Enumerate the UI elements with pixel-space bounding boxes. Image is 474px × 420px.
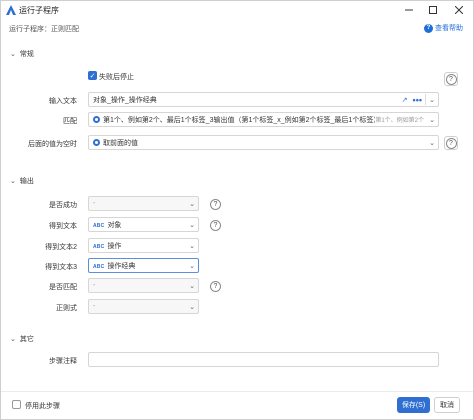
step-note-input[interactable] [88,352,439,367]
cancel-button[interactable]: 取消 [434,397,460,413]
disable-step-checkbox[interactable] [12,400,21,409]
match-value: 第1个、例如第2个、最后1个标签_3输出值（第1个标签_x_例如第2个标签_最后… [103,116,376,124]
step-note-label: 步骤注释 [49,358,77,365]
radio-selected-icon [93,116,100,123]
match-label: 匹配 [63,118,77,125]
dialog-window: 运行子程序 运行子程序：正则匹配 ? 查看帮助 ⌄ 常规 ✓ 失败后停止 ? 输… [0,0,474,420]
stop-on-fail-checkbox[interactable]: ✓ [88,71,97,80]
save-button[interactable]: 保存(S) [397,397,430,413]
input-text-value: 对象_操作_操作经典 [93,96,157,104]
help-link[interactable]: ? 查看帮助 [424,23,463,33]
text2-label: 得到文本2 [45,244,77,251]
more-icon[interactable]: ••• [410,95,425,105]
radio-selected-icon [93,139,100,146]
text3-label: 得到文本3 [45,264,77,271]
sub-header: 运行子程序：正则匹配 ? 查看帮助 [1,19,473,37]
success-label: 是否成功 [49,202,77,209]
chevron-down-icon: ⌄ [10,336,16,343]
dialog-footer: 停用此步骤 保存(S) 取消 [1,391,473,419]
disable-step-label: 停用此步骤 [25,403,60,410]
empty-value-label: 后面的值为空时 [28,141,77,148]
abc-type-icon: ABC [93,222,105,229]
text3-value: 操作经典 [107,262,136,270]
empty-value-select[interactable]: 取前面的值 ⌄ [88,135,439,150]
chevron-down-icon: ⌄ [10,51,16,58]
abc-type-icon: ABC [93,243,105,250]
maximize-button[interactable] [421,1,445,19]
regex-select[interactable]: - ⌄ [88,299,199,314]
chevron-down-icon: ⌄ [10,178,16,185]
match-select[interactable]: 第1个、例如第2个、最后1个标签_3输出值（第1个标签_x_例如第2个标签_最后… [88,112,439,127]
text3-select[interactable]: ABC 操作经典 ⌄ [88,258,199,273]
section-output-title: 输出 [19,178,34,185]
minimize-button[interactable] [397,1,421,19]
title-bar: 运行子程序 [1,1,473,19]
success-value: - [93,200,96,207]
help-stop-button[interactable]: ? [444,72,458,86]
maximize-icon [429,6,437,14]
section-output[interactable]: ⌄ 输出 [10,176,34,186]
stop-on-fail-label: 失败后停止 [99,74,134,81]
text-label: 得到文本 [49,223,77,230]
input-text-label: 输入文本 [49,98,77,105]
is-match-label: 是否匹配 [49,284,77,291]
external-link-icon[interactable]: ↗ [400,96,410,104]
text2-value: 操作 [107,242,122,250]
regex-label: 正则式 [56,305,77,312]
chevron-down-icon[interactable]: ⌄ [186,303,198,311]
chevron-down-icon[interactable]: ⌄ [186,221,198,229]
minimize-icon [405,9,413,11]
section-other[interactable]: ⌄ 其它 [10,334,34,344]
text-value: 对象 [107,221,122,229]
abc-type-icon: ABC [93,263,105,270]
section-general-title: 常规 [19,51,34,58]
help-label: 查看帮助 [435,25,463,32]
app-logo-icon [6,5,16,15]
input-text-field[interactable]: 对象_操作_操作经典 ↗ ••• ⌄ [88,92,439,107]
close-button[interactable] [447,1,471,19]
question-icon: ? [445,73,457,85]
chevron-down-icon[interactable]: ⌄ [426,96,438,104]
match-hint: 第1个、例如第2个 [375,118,424,124]
text-select[interactable]: ABC 对象 ⌄ [88,217,199,232]
is-match-value: - [93,282,96,289]
chevron-down-icon[interactable]: ⌄ [426,116,438,124]
help-success-icon[interactable]: ? [210,199,221,210]
chevron-down-icon[interactable]: ⌄ [426,139,438,147]
text2-select[interactable]: ABC 操作 ⌄ [88,238,199,253]
regex-value: - [93,303,96,310]
success-select[interactable]: - ⌄ [88,196,199,211]
chevron-down-icon[interactable]: ⌄ [186,282,198,290]
question-icon: ? [445,137,457,149]
close-icon [455,6,463,14]
window-title: 运行子程序 [19,6,59,15]
breadcrumb: 运行子程序：正则匹配 [9,26,79,33]
chevron-down-icon[interactable]: ⌄ [186,262,198,270]
chevron-down-icon[interactable]: ⌄ [186,200,198,208]
section-general[interactable]: ⌄ 常规 [10,49,34,59]
question-icon: ? [424,23,433,33]
empty-value-value: 取前面的值 [103,139,138,147]
section-other-title: 其它 [19,336,34,343]
is-match-select[interactable]: - ⌄ [88,278,199,293]
help-text-icon[interactable]: ? [210,220,221,231]
help-match-icon[interactable]: ? [210,281,221,292]
help-empty-button[interactable]: ? [444,136,458,150]
chevron-down-icon[interactable]: ⌄ [186,242,198,250]
